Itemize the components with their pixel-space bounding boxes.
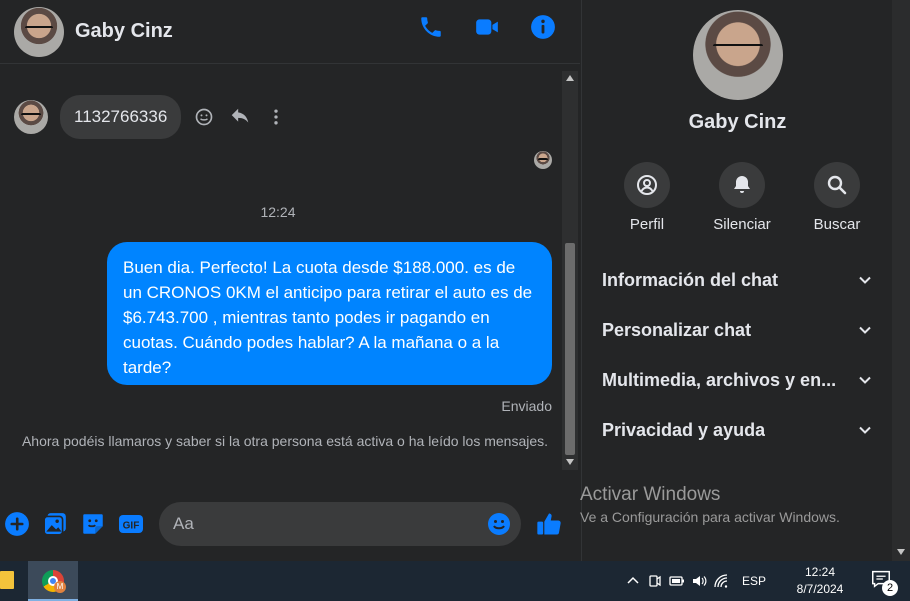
info-sections: Información del chat Personalizar chat M… [582, 255, 893, 455]
section-customize-chat[interactable]: Personalizar chat [582, 305, 893, 355]
emoji-icon[interactable] [487, 512, 511, 536]
chevron-up-icon[interactable] [622, 570, 644, 592]
message-list: 1132766336 12:24 Buen dia. Perfecto! La … [0, 65, 562, 470]
profile-icon [624, 162, 670, 208]
header-actions [418, 14, 556, 40]
section-media-files[interactable]: Multimedia, archivos y en... [582, 355, 893, 405]
chat-info-panel: Gaby Cinz Perfil Silenciar Buscar Inform… [581, 0, 892, 561]
file-explorer-icon[interactable] [0, 571, 14, 589]
mute-label: Silenciar [713, 216, 771, 233]
add-icon[interactable] [4, 511, 30, 537]
sent-status: Enviado [501, 398, 552, 414]
section-title: Personalizar chat [602, 319, 752, 340]
clock-date: 8/7/2024 [796, 582, 844, 596]
profile-label: Perfil [629, 216, 665, 233]
profile-avatar[interactable] [693, 10, 783, 100]
scroll-down-arrow-icon[interactable] [897, 549, 905, 555]
scroll-thumb[interactable] [565, 243, 575, 455]
scroll-up-arrow-icon[interactable] [566, 75, 574, 81]
battery-icon[interactable] [666, 570, 688, 592]
chat-scrollbar[interactable] [562, 71, 578, 470]
chrome-profile-badge: M [54, 581, 66, 593]
windows-activation-watermark: Activar Windows Ve a Configuración para … [580, 484, 840, 525]
chevron-down-icon [859, 376, 871, 384]
search-label: Buscar [813, 216, 861, 233]
info-icon[interactable] [530, 14, 556, 40]
notification-center-button[interactable]: 2 [870, 568, 898, 596]
chat-header: Gaby Cinz [0, 0, 580, 64]
message-input-wrapper [159, 502, 521, 546]
read-receipt-avatar [534, 151, 552, 169]
message-input[interactable] [159, 502, 469, 546]
scroll-down-arrow-icon[interactable] [566, 459, 574, 465]
section-privacy-help[interactable]: Privacidad y ayuda [582, 405, 893, 455]
profile-actions: Perfil Silenciar Buscar [602, 162, 882, 233]
meet-now-icon[interactable] [644, 570, 666, 592]
watermark-title: Activar Windows [580, 484, 721, 505]
page-scrollbar[interactable] [892, 0, 910, 561]
watermark-subtitle: Ve a Configuración para activar Windows. [580, 509, 840, 525]
notification-count-badge: 2 [882, 580, 898, 596]
thumbs-up-icon[interactable] [535, 510, 563, 538]
contact-name[interactable]: Gaby Cinz [75, 20, 173, 43]
profile-name: Gaby Cinz [688, 111, 787, 133]
mute-button[interactable]: Silenciar [697, 162, 787, 233]
incoming-message-row: 1132766336 [14, 95, 287, 139]
chevron-down-icon [859, 326, 871, 334]
phone-icon[interactable] [418, 14, 444, 40]
message-actions [193, 106, 287, 128]
message-composer: GIF [0, 496, 580, 552]
section-title: Multimedia, archivos y en... [602, 369, 837, 390]
search-button[interactable]: Buscar [792, 162, 882, 233]
system-tray: ESP 12:24 8/7/2024 2 [622, 561, 910, 601]
section-chat-info[interactable]: Información del chat [582, 255, 893, 305]
language-indicator[interactable]: ESP [742, 574, 766, 588]
outgoing-message-bubble[interactable]: Buen dia. Perfecto! La cuota desde $188.… [107, 242, 552, 385]
incoming-message-bubble[interactable]: 1132766336 [60, 95, 182, 139]
windows-taskbar: M ESP 12:24 8/7/2024 2 [0, 561, 910, 601]
chevron-down-icon [859, 426, 871, 434]
section-title: Información del chat [602, 269, 779, 290]
video-camera-icon[interactable] [474, 14, 500, 40]
profile-button[interactable]: Perfil [602, 162, 692, 233]
gif-icon[interactable]: GIF [118, 511, 144, 537]
contact-avatar[interactable] [14, 6, 64, 57]
chat-pane: Gaby Cinz 1132766336 12:24 Buen dia. Per… [0, 0, 580, 561]
gif-label: GIF [123, 521, 140, 532]
sticker-icon[interactable] [80, 511, 106, 537]
reply-icon[interactable] [229, 106, 251, 128]
sender-avatar[interactable] [14, 100, 48, 134]
chevron-down-icon [859, 276, 871, 284]
bell-icon [719, 162, 765, 208]
more-options-icon[interactable] [265, 106, 287, 128]
search-icon [814, 162, 860, 208]
wifi-icon[interactable] [710, 570, 732, 592]
clock-time: 12:24 [804, 565, 836, 579]
gallery-icon[interactable] [42, 511, 68, 537]
chrome-taskbar-button[interactable]: M [28, 561, 78, 601]
section-title: Privacidad y ayuda [602, 419, 766, 440]
react-emoji-icon[interactable] [193, 106, 215, 128]
activity-notice: Ahora podéis llamaros y saber si la otra… [21, 433, 549, 449]
message-timestamp: 12:24 [260, 204, 296, 220]
taskbar-clock[interactable]: 12:24 8/7/2024 [784, 564, 856, 598]
volume-icon[interactable] [688, 570, 710, 592]
